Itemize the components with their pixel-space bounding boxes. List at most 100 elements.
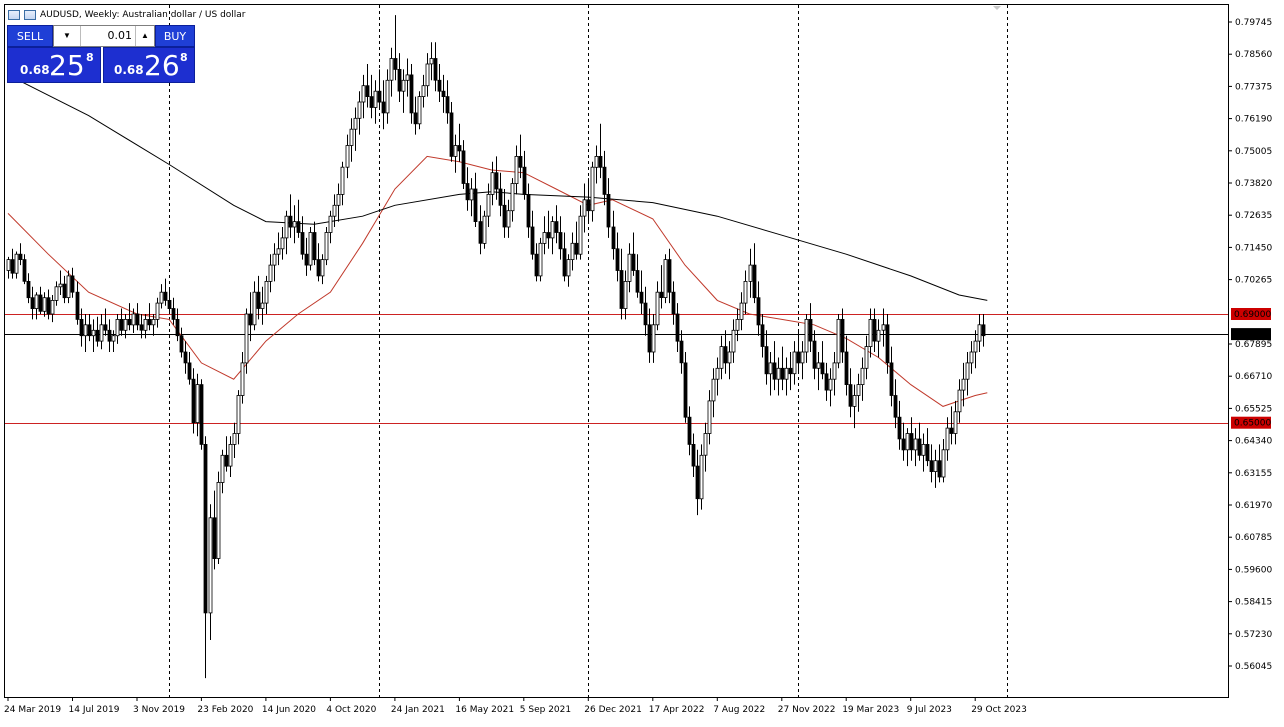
sell-button[interactable]: SELL [7, 25, 53, 47]
candle-bull [542, 232, 547, 244]
candle-bull [703, 433, 708, 456]
candle-bear [848, 384, 853, 407]
buy-price-pips: 26 [144, 49, 180, 82]
candle-bull [784, 367, 789, 380]
candle-bear [840, 318, 845, 353]
y-tick-label: 0.72635 [1235, 211, 1272, 221]
y-tick-label: 0.63155 [1235, 469, 1272, 479]
candle-bull [353, 117, 358, 130]
candle-bear [897, 416, 902, 440]
candle-bear [183, 351, 188, 364]
candle-bull [506, 210, 511, 228]
chart-type-icon[interactable] [24, 10, 36, 20]
candle-bear [163, 291, 168, 301]
lot-size-input[interactable]: 0.01 [82, 26, 133, 46]
lot-size-stepper[interactable]: ▼ 0.01 ▲ [53, 25, 155, 47]
candle-bear [409, 74, 414, 114]
candle-bull [361, 85, 366, 103]
lot-down-arrow-icon[interactable]: ▼ [54, 26, 81, 46]
x-tick-label: 3 Nov 2019 [133, 705, 185, 715]
buy-price-button[interactable]: 0.68 26 8 [103, 47, 195, 83]
candle-bull [945, 427, 950, 451]
candle-bull [151, 318, 156, 326]
candle-bull [50, 299, 55, 315]
lot-up-arrow-icon[interactable]: ▲ [135, 26, 154, 46]
candle-bear [812, 340, 817, 369]
menu-icon[interactable] [8, 10, 20, 20]
candle-bear [949, 427, 954, 434]
candle-bear [502, 204, 507, 228]
candle-bull [486, 193, 491, 217]
candle-bull [58, 283, 63, 288]
candle-bear [224, 454, 229, 467]
candle-bull [776, 367, 781, 380]
candle-bull [244, 313, 249, 364]
candle-bear [756, 297, 761, 326]
candle-bear [312, 232, 317, 261]
y-tick-label: 0.64340 [1235, 437, 1272, 447]
y-tick-label: 0.65525 [1235, 404, 1272, 414]
candle-bear [695, 465, 700, 500]
candle-bear [203, 443, 208, 614]
candle-bear [79, 318, 84, 337]
candle-bear [199, 384, 204, 445]
candle-bull [54, 286, 59, 301]
candle-bear [377, 90, 382, 103]
candle-bull [345, 145, 350, 168]
candle-bear [530, 226, 535, 255]
candle-bear [87, 324, 92, 337]
candle-bull [707, 400, 712, 434]
buy-button[interactable]: BUY [155, 25, 195, 47]
candle-bull [208, 517, 213, 614]
candle-bull [933, 460, 938, 473]
chart-area[interactable]: 0.79745 0.78560 0.77375 0.76190 0.75005 0.738… [0, 0, 1284, 722]
candle-bull [566, 259, 571, 277]
candle-bear [30, 297, 35, 310]
chart-title: AUDUSD, Weekly: Australian dollar / US d… [40, 10, 246, 20]
candle-bull [405, 74, 410, 81]
candle-bear [619, 270, 624, 309]
candle-bear [288, 215, 293, 228]
candle-bull [284, 215, 289, 239]
candle-bear [671, 291, 676, 315]
level-price-label: 0.65000 [1234, 419, 1271, 429]
candle-bull [578, 215, 583, 255]
candle-bull [731, 329, 736, 353]
candle-bear [558, 232, 563, 250]
candle-bear [723, 346, 728, 364]
candle-bear [675, 313, 680, 342]
candle-bull [216, 481, 221, 559]
candle-bear [139, 324, 144, 331]
y-tick-label: 0.73820 [1235, 179, 1272, 189]
candle-bull [328, 215, 333, 233]
candle-bull [977, 324, 982, 342]
x-tick-label: 9 Jul 2023 [907, 705, 952, 715]
price-chart[interactable]: 0.79745 0.78560 0.77375 0.76190 0.75005 0.738… [0, 0, 1284, 722]
candle-bear [457, 145, 462, 152]
sell-price-pips: 25 [49, 49, 85, 82]
candle-bear [631, 253, 636, 271]
sell-price-button[interactable]: 0.68 25 8 [7, 47, 101, 83]
candle-bear [788, 367, 793, 375]
y-tick-label: 0.79745 [1235, 18, 1272, 28]
candle-bull [743, 280, 748, 304]
candle-bear [752, 264, 757, 299]
candle-bull [510, 183, 515, 212]
candle-bull [385, 79, 390, 114]
candle-bull [115, 318, 120, 337]
x-tick-label: 14 Jul 2019 [69, 705, 120, 715]
x-tick-label: 5 Sep 2021 [520, 705, 571, 715]
candle-bear [820, 362, 825, 375]
candle-bear [119, 318, 124, 331]
candle-bear [606, 193, 611, 228]
candle-bear [22, 259, 27, 282]
candle-bear [562, 248, 567, 277]
candle-bull [83, 324, 88, 337]
candle-bull [99, 324, 104, 342]
candle-bear [917, 438, 922, 456]
candle-bull [401, 79, 406, 92]
candle-bull [228, 443, 233, 467]
candle-bull [320, 259, 325, 277]
candle-bull [655, 291, 660, 326]
y-tick-label: 0.75005 [1235, 147, 1272, 157]
